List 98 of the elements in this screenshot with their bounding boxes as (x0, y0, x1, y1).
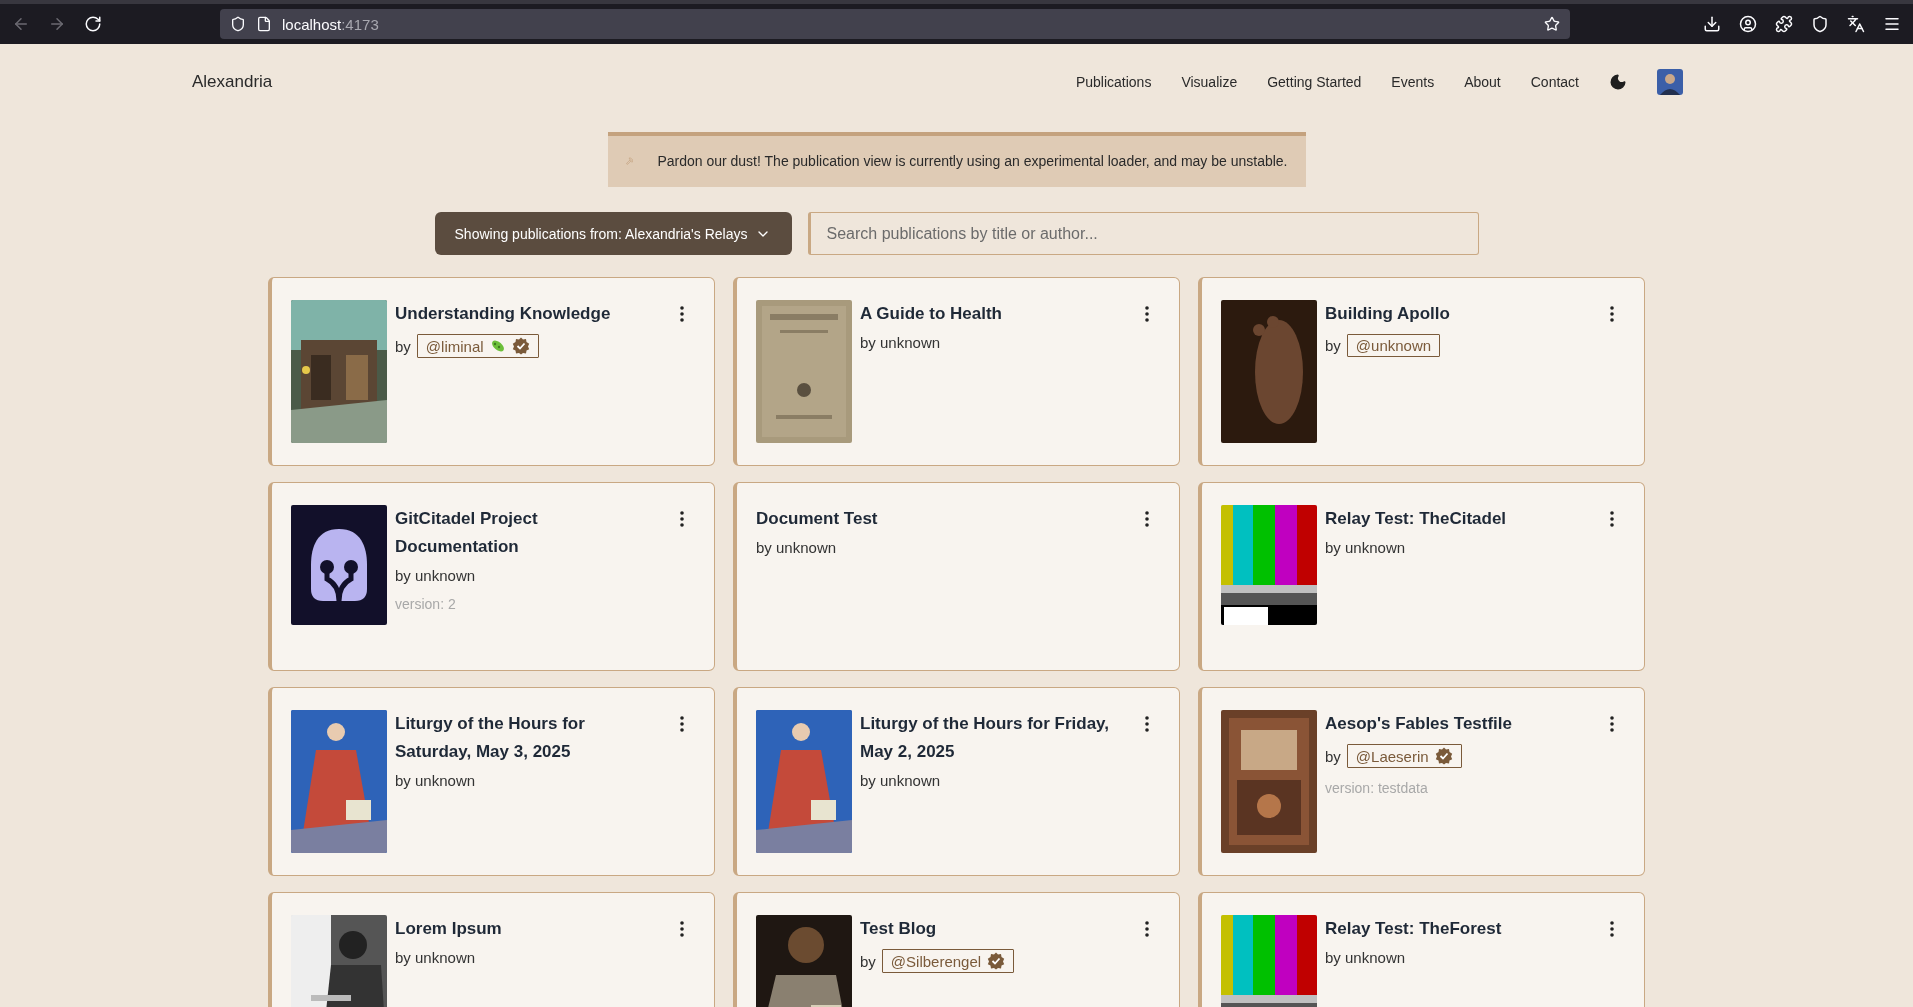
publication-card[interactable]: Lorem Ipsum by unknown (268, 892, 715, 1007)
author-text: by unknown (395, 772, 477, 789)
kebab-icon (1145, 716, 1149, 732)
publication-title[interactable]: Understanding Knowledge (395, 300, 692, 328)
publication-title[interactable]: Lorem Ipsum (395, 915, 692, 943)
author-handle[interactable]: @unknown (1346, 334, 1441, 357)
url-host: localhost (282, 15, 342, 33)
author-text: by unknown (1325, 949, 1407, 966)
publication-card[interactable]: Building Apollo by @unknown (1198, 277, 1645, 466)
nav-link[interactable]: About (1464, 74, 1501, 90)
relay-filter-dropdown[interactable]: Showing publications from: Alexandria's Relays (434, 212, 792, 255)
author-label: by (1325, 337, 1341, 354)
site-brand[interactable]: Alexandria (192, 72, 273, 92)
notice-text: Pardon our dust! The publication view is currently using an experimental loader, and may be unstable. (657, 153, 1288, 169)
publication-card[interactable]: A Guide to Health by unknown (733, 277, 1180, 466)
reload-icon[interactable] (84, 15, 102, 33)
author-text: by unknown (395, 567, 477, 584)
kebab-icon (1145, 921, 1149, 937)
publication-title[interactable]: Aesop's Fables Testfile (1325, 710, 1622, 738)
menu-icon[interactable] (1883, 15, 1901, 33)
publication-card[interactable]: Aesop's Fables Testfile by @Laeserin version: testdata (1198, 687, 1645, 876)
more-options-button[interactable] (1610, 716, 1614, 732)
back-icon[interactable] (12, 15, 30, 33)
publication-title[interactable]: Relay Test: TheForest (1325, 915, 1622, 943)
publication-card[interactable]: GitCitadel Project Documentation by unknown version: 2 (268, 482, 715, 671)
publication-card[interactable]: Liturgy of the Hours for Saturday, May 3, 2025 by unknown (268, 687, 715, 876)
dark-mode-icon[interactable] (1609, 73, 1627, 91)
publication-card[interactable]: Relay Test: TheForest by unknown (1198, 892, 1645, 1007)
more-options-button[interactable] (1145, 306, 1149, 322)
publication-title[interactable]: Document Test (756, 505, 1157, 533)
more-options-button[interactable] (1145, 921, 1149, 937)
nav-link[interactable]: Getting Started (1267, 74, 1362, 90)
extension-icon[interactable] (1811, 15, 1829, 33)
kebab-icon (1145, 306, 1149, 322)
kebab-icon (680, 921, 684, 937)
more-options-button[interactable] (1145, 716, 1149, 732)
author-label: by (1325, 747, 1341, 765)
bookmark-star-icon[interactable] (1544, 16, 1560, 32)
publication-card[interactable]: Liturgy of the Hours for Friday, May 2, 2025 by unknown (733, 687, 1180, 876)
helmet-logo-icon (291, 505, 387, 625)
kebab-icon (680, 306, 684, 322)
publication-title[interactable]: Liturgy of the Hours for Saturday, May 3, 2025 (395, 710, 692, 766)
nav-link[interactable]: Contact (1530, 74, 1579, 90)
more-options-button[interactable] (1610, 306, 1614, 322)
account-icon[interactable] (1739, 15, 1757, 33)
author-handle[interactable]: @liminal (416, 334, 539, 358)
nav-link[interactable]: Publications (1075, 74, 1152, 90)
author-label: by (860, 952, 876, 970)
more-options-button[interactable] (1145, 511, 1149, 527)
publication-title[interactable]: A Guide to Health (860, 300, 1157, 328)
publication-card[interactable]: Test Blog by @Silberengel (733, 892, 1180, 1007)
verified-icon (987, 952, 1006, 970)
kebab-icon (1610, 511, 1614, 527)
nav-link[interactable]: Events (1391, 74, 1435, 90)
kebab-icon (1610, 306, 1614, 322)
more-options-button[interactable] (680, 921, 684, 937)
publication-card[interactable]: Relay Test: TheCitadel by unknown (1198, 482, 1645, 671)
author-handle[interactable]: @Silberengel (881, 949, 1015, 973)
publication-card[interactable]: Document Test by unknown (733, 482, 1180, 671)
kebab-icon (680, 716, 684, 732)
kebab-icon (1610, 716, 1614, 732)
microbe-icon (489, 338, 506, 354)
publication-card[interactable]: Understanding Knowledge by @liminal (268, 277, 715, 466)
url-port: :4173 (341, 15, 379, 33)
version-text: version: 2 (395, 596, 457, 612)
address-bar[interactable]: localhost:4173 (220, 9, 1570, 39)
forward-icon[interactable] (48, 15, 66, 33)
verified-icon (1434, 747, 1453, 765)
more-options-button[interactable] (680, 511, 684, 527)
kebab-icon (1610, 921, 1614, 937)
page-icon (256, 16, 272, 32)
search-field[interactable]: Search publications by title or author... (807, 212, 1479, 255)
more-options-button[interactable] (680, 716, 684, 732)
author-handle[interactable]: @Laeserin (1346, 744, 1462, 768)
publication-title[interactable]: Building Apollo (1325, 300, 1622, 328)
author-text: by unknown (860, 334, 942, 351)
extensions-icon[interactable] (1775, 15, 1793, 33)
publication-title[interactable]: Liturgy of the Hours for Friday, May 2, 2025 (860, 710, 1157, 766)
user-avatar[interactable] (1657, 69, 1683, 95)
publication-title[interactable]: Relay Test: TheCitadel (1325, 505, 1622, 533)
kebab-icon (1145, 511, 1149, 527)
author-text: by unknown (395, 949, 477, 966)
nav-link[interactable]: Visualize (1181, 74, 1238, 90)
kebab-icon (680, 511, 684, 527)
more-options-button[interactable] (1610, 921, 1614, 937)
save-icon[interactable] (1703, 15, 1721, 33)
translate-icon[interactable] (1847, 15, 1865, 33)
more-options-button[interactable] (680, 306, 684, 322)
publication-title[interactable]: Test Blog (860, 915, 1157, 943)
more-options-button[interactable] (1610, 511, 1614, 527)
author-text: by unknown (756, 539, 838, 556)
author-text: by unknown (860, 772, 942, 789)
author-label: by (395, 337, 411, 355)
shield-icon[interactable] (230, 16, 246, 32)
version-text: version: testdata (1325, 780, 1429, 796)
author-text: by unknown (1325, 539, 1407, 556)
publication-title[interactable]: GitCitadel Project Documentation (395, 505, 692, 561)
verified-icon (511, 337, 530, 355)
